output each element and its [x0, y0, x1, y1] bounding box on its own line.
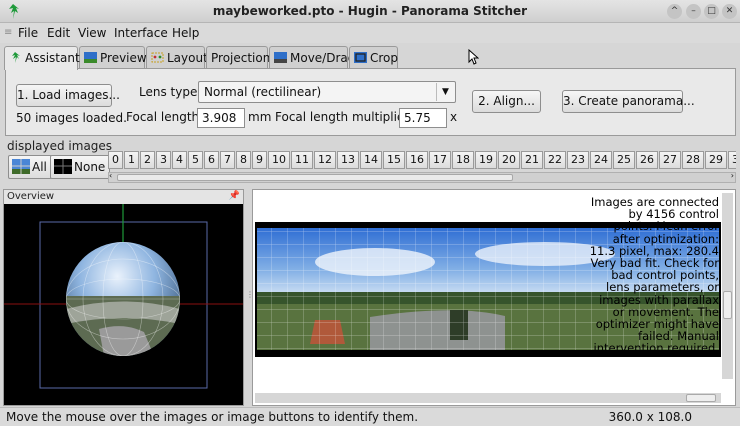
- pin-icon[interactable]: 📌: [229, 191, 240, 201]
- image-toggle-6[interactable]: 6: [204, 151, 219, 169]
- optimization-result-message: Images are connected by 4156 control poi…: [589, 195, 719, 356]
- overview-sphere-canvas[interactable]: [4, 204, 243, 405]
- overview-panel: Overview 📌: [3, 189, 244, 406]
- crop-icon: [354, 52, 367, 63]
- image-toggle-8[interactable]: 8: [236, 151, 251, 169]
- tab-crop[interactable]: Crop: [349, 46, 398, 69]
- minimize-button[interactable]: –: [686, 4, 701, 19]
- image-toggle-9[interactable]: 9: [252, 151, 267, 169]
- field-of-view-readout: 360.0 x 108.0: [608, 410, 692, 424]
- menu-bar: ≡ File Edit View Interface Help: [0, 23, 740, 43]
- tab-preview[interactable]: Preview: [79, 46, 147, 69]
- menu-edit[interactable]: Edit: [47, 26, 70, 40]
- image-toggle-0[interactable]: 0: [108, 151, 123, 169]
- displayed-images-legend: displayed images: [7, 139, 113, 153]
- status-bar: Move the mouse over the images or image …: [0, 407, 740, 426]
- close-button[interactable]: ✕: [722, 4, 737, 19]
- status-text: Move the mouse over the images or image …: [6, 410, 419, 424]
- preview-horizontal-scrollbar[interactable]: [255, 393, 721, 403]
- image-toggle-1[interactable]: 1: [124, 151, 139, 169]
- window-title: maybeworked.pto - Hugin - Panorama Stitc…: [212, 4, 528, 18]
- image-toggle-17[interactable]: 17: [429, 151, 451, 169]
- image-toggle-30[interactable]: 30: [728, 151, 736, 169]
- focal-length-unit: mm: [248, 110, 272, 124]
- show-none-button[interactable]: None: [50, 155, 111, 179]
- load-images-button[interactable]: 1. Load images...: [16, 84, 120, 107]
- image-toggle-16[interactable]: 16: [406, 151, 428, 169]
- image-toggle-10[interactable]: 10: [268, 151, 290, 169]
- image-toggle-5[interactable]: 5: [188, 151, 203, 169]
- image-toggle-28[interactable]: 28: [682, 151, 704, 169]
- assistant-icon: [12, 52, 20, 63]
- multiplier-input[interactable]: 5.75: [399, 108, 447, 128]
- lens-type-select[interactable]: Normal (rectilinear) ▼: [198, 81, 456, 103]
- move-drag-icon: [274, 52, 287, 63]
- image-toggle-strip: 0 1 2 3 4 5 6 7 8 9 10 11 12 13 14 15 16 17 18 19 20 21 22 23 24…: [108, 151, 736, 169]
- preview-icon: [84, 52, 97, 63]
- image-toggle-15[interactable]: 15: [383, 151, 405, 169]
- image-toggle-24[interactable]: 24: [590, 151, 612, 169]
- align-button[interactable]: 2. Align...: [472, 90, 541, 113]
- image-strip-scrollbar[interactable]: ‹ ›: [108, 171, 736, 183]
- image-toggle-27[interactable]: 27: [659, 151, 681, 169]
- tab-layout[interactable]: Layout: [146, 46, 208, 69]
- tab-assistant[interactable]: Assistant: [4, 46, 80, 70]
- maximize-button[interactable]: □: [704, 4, 719, 19]
- show-all-button[interactable]: All: [8, 155, 52, 179]
- multiplier-unit: x: [450, 110, 458, 124]
- menu-file[interactable]: File: [18, 26, 38, 40]
- menu-help[interactable]: Help: [172, 26, 199, 40]
- preview-vscroll-thumb[interactable]: [723, 291, 732, 319]
- image-toggle-12[interactable]: 12: [314, 151, 336, 169]
- images-loaded-label: 50 images loaded.: [16, 111, 127, 125]
- image-toggle-21[interactable]: 21: [521, 151, 543, 169]
- image-toggle-11[interactable]: 11: [291, 151, 313, 169]
- scroll-right-icon[interactable]: ›: [731, 171, 734, 180]
- image-toggle-20[interactable]: 20: [498, 151, 520, 169]
- preview-vertical-scrollbar[interactable]: [722, 193, 733, 379]
- panorama-preview-canvas[interactable]: Images are connected by 4156 control poi…: [255, 192, 721, 380]
- assistant-panel: 1. Load images... 50 images loaded. Lens…: [5, 68, 736, 136]
- overview-header: Overview 📌: [4, 190, 243, 204]
- image-toggle-3[interactable]: 3: [156, 151, 171, 169]
- mouse-cursor-icon: [468, 49, 479, 65]
- menu-grip-icon: ≡: [4, 27, 13, 38]
- image-toggle-29[interactable]: 29: [705, 151, 727, 169]
- lens-type-label: Lens type:: [139, 85, 202, 99]
- preview-hscroll-thumb[interactable]: [686, 394, 716, 402]
- title-bar: maybeworked.pto - Hugin - Panorama Stitc…: [0, 0, 740, 23]
- image-toggle-19[interactable]: 19: [475, 151, 497, 169]
- focal-length-label: Focal length:: [126, 110, 204, 124]
- image-toggle-14[interactable]: 14: [360, 151, 382, 169]
- no-images-icon: [54, 159, 72, 174]
- focal-length-input[interactable]: 3.908: [197, 108, 245, 128]
- image-toggle-26[interactable]: 26: [636, 151, 658, 169]
- chevron-down-icon: ▼: [436, 83, 454, 101]
- image-toggle-25[interactable]: 25: [613, 151, 635, 169]
- image-strip-scroll-thumb[interactable]: [117, 174, 513, 181]
- image-toggle-7[interactable]: 7: [220, 151, 235, 169]
- preview-panel: Images are connected by 4156 control poi…: [252, 189, 736, 406]
- image-toggle-23[interactable]: 23: [567, 151, 589, 169]
- menu-view[interactable]: View: [78, 26, 106, 40]
- all-images-icon: [12, 159, 30, 174]
- shade-button[interactable]: ^: [667, 4, 682, 19]
- image-toggle-13[interactable]: 13: [337, 151, 359, 169]
- image-toggle-2[interactable]: 2: [140, 151, 155, 169]
- multiplier-label: Focal length multiplier:: [275, 110, 414, 124]
- image-toggle-22[interactable]: 22: [544, 151, 566, 169]
- create-panorama-button[interactable]: 3. Create panorama...: [562, 90, 695, 113]
- menu-interface[interactable]: Interface: [114, 26, 168, 40]
- image-toggle-4[interactable]: 4: [172, 151, 187, 169]
- layout-icon: [151, 52, 164, 63]
- tab-projection[interactable]: Projection: [206, 46, 270, 69]
- scroll-left-icon[interactable]: ‹: [109, 171, 112, 180]
- image-toggle-18[interactable]: 18: [452, 151, 474, 169]
- tab-move-drag[interactable]: Move/Drag: [269, 46, 355, 69]
